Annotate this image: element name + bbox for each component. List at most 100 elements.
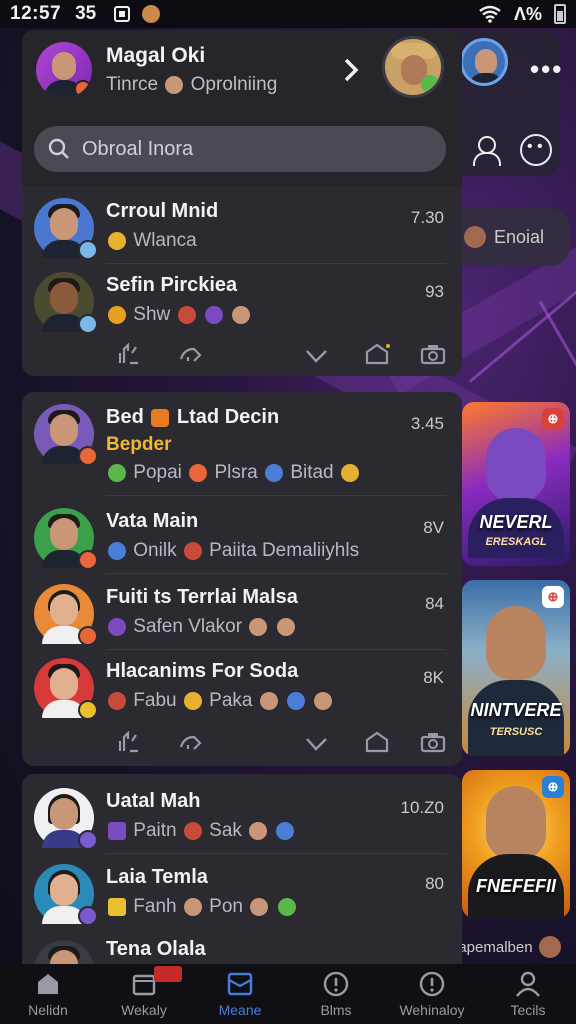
contact-avatar[interactable] <box>382 36 444 98</box>
camera-icon[interactable] <box>420 731 446 753</box>
nav-item-blms[interactable]: Blms <box>288 964 384 1024</box>
nav-item-messages[interactable]: Meane <box>192 964 288 1024</box>
emoji-icon <box>287 691 306 710</box>
home-icon[interactable] <box>364 731 390 753</box>
nav-label: Meane <box>218 1002 262 1018</box>
emoji-icon <box>249 821 268 840</box>
emoji-icon <box>249 617 268 636</box>
profile-avatar[interactable] <box>36 42 92 98</box>
chat-row[interactable]: Vata Main Onilk Paiita Demaliiyhls 8V <box>22 500 462 574</box>
emoji-icon <box>108 305 126 324</box>
poster-card[interactable]: ⊕ NEVERL ERESKAGL <box>462 402 570 566</box>
nav-item-profile[interactable]: Tecils <box>480 964 576 1024</box>
chat-avatar <box>34 940 94 964</box>
chat-preview-text: Safen Vlakor <box>133 616 243 637</box>
chat-preview-text: Popai <box>133 462 182 483</box>
nav-label: Wehinaloy <box>399 1002 465 1018</box>
emoji-icon <box>183 541 202 560</box>
chat-avatar <box>34 658 98 720</box>
emoji-icon <box>108 463 126 482</box>
chat-preview-text: Fanh <box>133 896 177 917</box>
nav-label: Blms <box>320 1002 352 1018</box>
share-icon[interactable] <box>178 343 204 365</box>
emoji-icon <box>265 463 284 482</box>
chat-row[interactable]: Crroul Mnid Wlanca 7.30 <box>22 190 462 264</box>
chat-preview: Paitn Sak <box>106 820 296 842</box>
chat-bubble-icon[interactable] <box>520 134 552 166</box>
chat-preview-mid: Plsra <box>214 462 258 483</box>
chat-row[interactable]: Hlacanims For Soda Fabu Paka 8K <box>22 650 462 724</box>
chat-preview: Fabu Paka <box>106 690 334 712</box>
action-bar <box>22 332 462 376</box>
chat-time: 10.Z0 <box>400 798 444 817</box>
share-icon[interactable] <box>178 731 204 753</box>
chat-name: Vata Main <box>106 510 199 532</box>
profile-icon <box>516 971 540 997</box>
poster-title: NINTVERE <box>470 700 562 720</box>
home-icon[interactable] <box>364 343 390 365</box>
profile-subtitle-tail: Oprolniing <box>190 74 278 95</box>
check-icon[interactable] <box>304 731 330 753</box>
emoji-icon <box>276 821 295 840</box>
background-pill-label: Enoial <box>494 226 545 247</box>
emoji-icon <box>183 821 202 840</box>
emoji-icon <box>108 897 126 916</box>
status-number: 35 <box>75 3 97 24</box>
emoji-icon <box>108 821 126 840</box>
poster-title: FNEFEFII <box>476 876 556 896</box>
chat-name: Bed Ltad Decin <box>106 406 279 429</box>
chat-preview-text: Wlanca <box>133 230 197 251</box>
chat-header-panel: Magal Oki Tinrce Oprolniing <box>22 30 462 186</box>
chat-preview-text: Fabu <box>133 690 177 711</box>
chat-row[interactable]: Tena Olala <box>22 932 462 964</box>
search-bar[interactable] <box>34 126 446 172</box>
chat-row[interactable]: Uatal Mah Paitn Sak 10.Z0 <box>22 780 462 854</box>
chat-row[interactable]: Sefin Pirckiea Shw 93 <box>22 264 462 338</box>
chat-name-tail: Ltad Decin <box>176 406 280 428</box>
emoji-icon <box>108 541 126 560</box>
like-icon[interactable] <box>116 731 142 753</box>
mini-avatar <box>464 226 486 248</box>
chat-time: 93 <box>425 282 444 301</box>
chat-highlight: Bepder <box>106 434 172 455</box>
profile-subtitle-text: Tinrce <box>106 74 159 95</box>
background-pill[interactable]: Enoial <box>452 208 570 266</box>
chat-time: 80 <box>425 874 444 893</box>
emoji-icon <box>189 463 208 482</box>
poster-subtitle: ERESKAGL <box>485 536 547 548</box>
info-icon <box>419 971 445 997</box>
chat-row[interactable]: Laia Temla Fanh Pon 80 <box>22 856 462 930</box>
more-menu-icon[interactable]: ••• <box>530 54 563 85</box>
inbox-icon <box>227 972 253 996</box>
chat-section: Crroul Mnid Wlanca 7.30 Sefin Pirckiea S… <box>22 186 462 376</box>
chat-preview-tail: Pon <box>209 896 243 917</box>
poster-title: NEVERL <box>479 512 553 532</box>
chevron-right-icon[interactable] <box>342 56 360 84</box>
chat-avatar <box>34 584 98 646</box>
home-icon <box>38 974 58 994</box>
user-icon[interactable] <box>470 134 502 166</box>
chat-time: 8K <box>423 668 444 687</box>
check-icon[interactable] <box>304 343 330 365</box>
chat-row[interactable]: Fuiti ts Terrlai Malsa Safen Vlakor 84 <box>22 576 462 650</box>
nav-item-weekly[interactable]: Wekaly <box>96 964 192 1024</box>
search-icon <box>48 138 69 159</box>
search-input[interactable] <box>82 137 422 161</box>
emoji-icon <box>108 691 126 710</box>
nav-label: Wekaly <box>121 1002 167 1018</box>
like-icon[interactable] <box>116 343 142 365</box>
chat-row[interactable]: Bed Ltad Decin Bepder Popai Plsra Bitad … <box>22 396 462 496</box>
camera-icon[interactable] <box>420 343 446 365</box>
chat-preview-text: Shw <box>133 304 171 325</box>
chat-preview-text: Onilk <box>133 540 177 561</box>
poster-card[interactable]: ⊕ NINTVERE TERSUSC <box>462 580 570 756</box>
poster-card[interactable]: ⊕ FNEFEFII <box>462 770 570 918</box>
chat-name: Laia Temla <box>106 866 208 888</box>
notification-icon <box>114 6 131 22</box>
background-avatar[interactable] <box>460 38 508 86</box>
emoji-icon <box>276 617 295 636</box>
chat-name: Uatal Mah <box>106 790 201 812</box>
nav-item-wehinaloy[interactable]: Wehinaloy <box>384 964 480 1024</box>
nav-item-home[interactable]: Nelidn <box>0 964 96 1024</box>
background-line <box>538 300 576 372</box>
